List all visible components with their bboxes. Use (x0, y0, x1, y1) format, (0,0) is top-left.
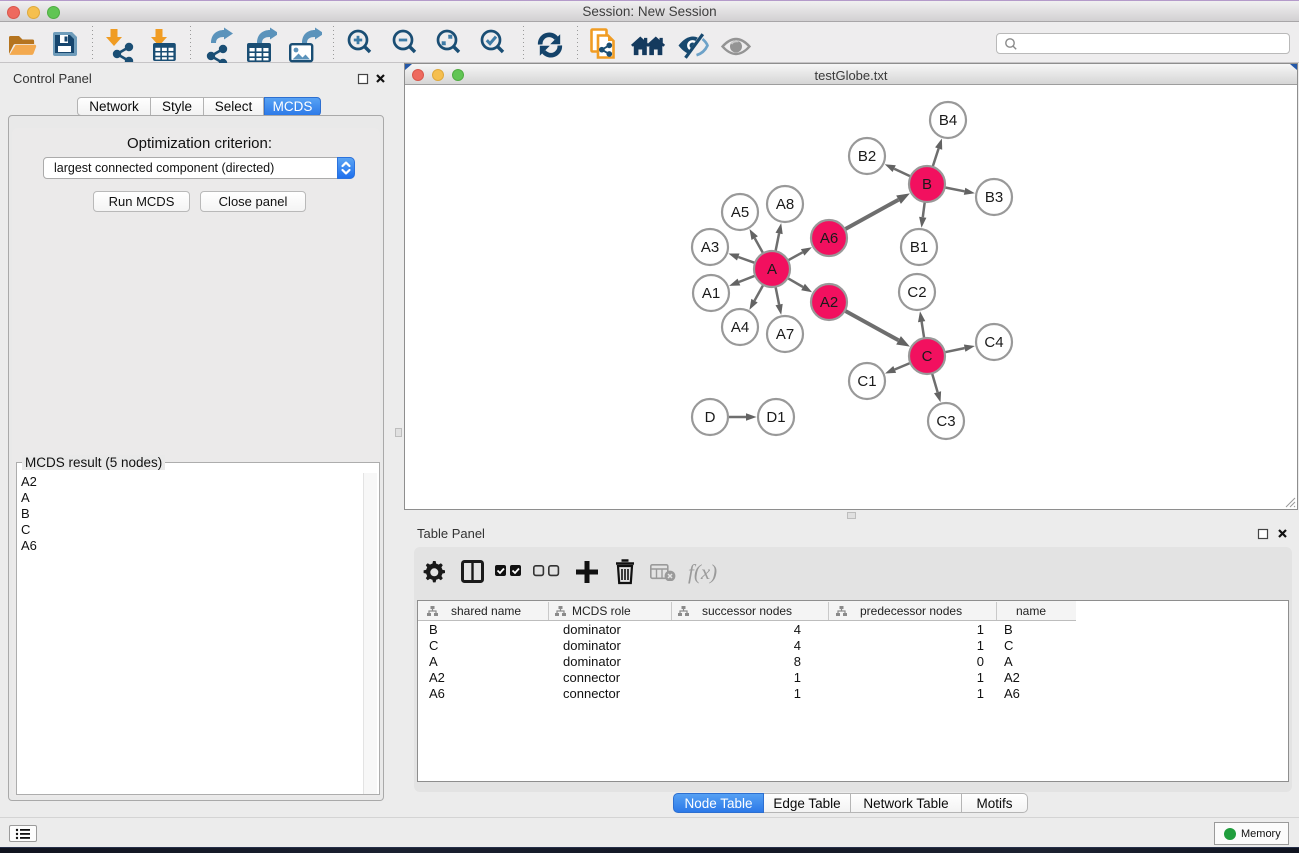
svg-text:A7: A7 (776, 326, 794, 343)
svg-text:B3: B3 (985, 189, 1003, 206)
svg-text:A4: A4 (731, 319, 749, 336)
svg-text:C2: C2 (907, 284, 926, 301)
svg-text:B2: B2 (858, 148, 876, 165)
svg-text:A1: A1 (702, 285, 720, 302)
svg-text:A: A (767, 261, 777, 278)
svg-text:D1: D1 (766, 409, 785, 426)
svg-text:A6: A6 (820, 230, 838, 247)
svg-text:f(x): f(x) (688, 560, 717, 584)
svg-text:C: C (922, 348, 933, 365)
svg-text:A5: A5 (731, 204, 749, 221)
svg-text:A3: A3 (701, 239, 719, 256)
svg-text:C1: C1 (857, 373, 876, 390)
svg-text:D: D (705, 409, 716, 426)
svg-text:A8: A8 (776, 196, 794, 213)
svg-text:B1: B1 (910, 239, 928, 256)
svg-text:C4: C4 (984, 334, 1003, 351)
svg-text:B4: B4 (939, 112, 957, 129)
svg-text:C3: C3 (936, 413, 955, 430)
svg-text:B: B (922, 176, 932, 193)
svg-text:A2: A2 (820, 294, 838, 311)
